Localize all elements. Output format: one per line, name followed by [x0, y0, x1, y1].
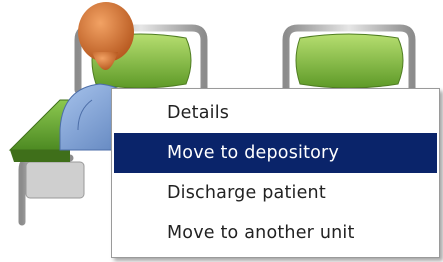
- context-menu: Details Move to depository Discharge pat…: [111, 88, 440, 258]
- menu-item-details[interactable]: Details: [114, 93, 437, 133]
- menu-item-move-to-another-unit[interactable]: Move to another unit: [114, 213, 437, 253]
- menu-item-discharge-patient[interactable]: Discharge patient: [114, 173, 437, 213]
- menu-item-move-to-depository[interactable]: Move to depository: [114, 133, 437, 173]
- hospital-bed-icon[interactable]: [282, 24, 416, 94]
